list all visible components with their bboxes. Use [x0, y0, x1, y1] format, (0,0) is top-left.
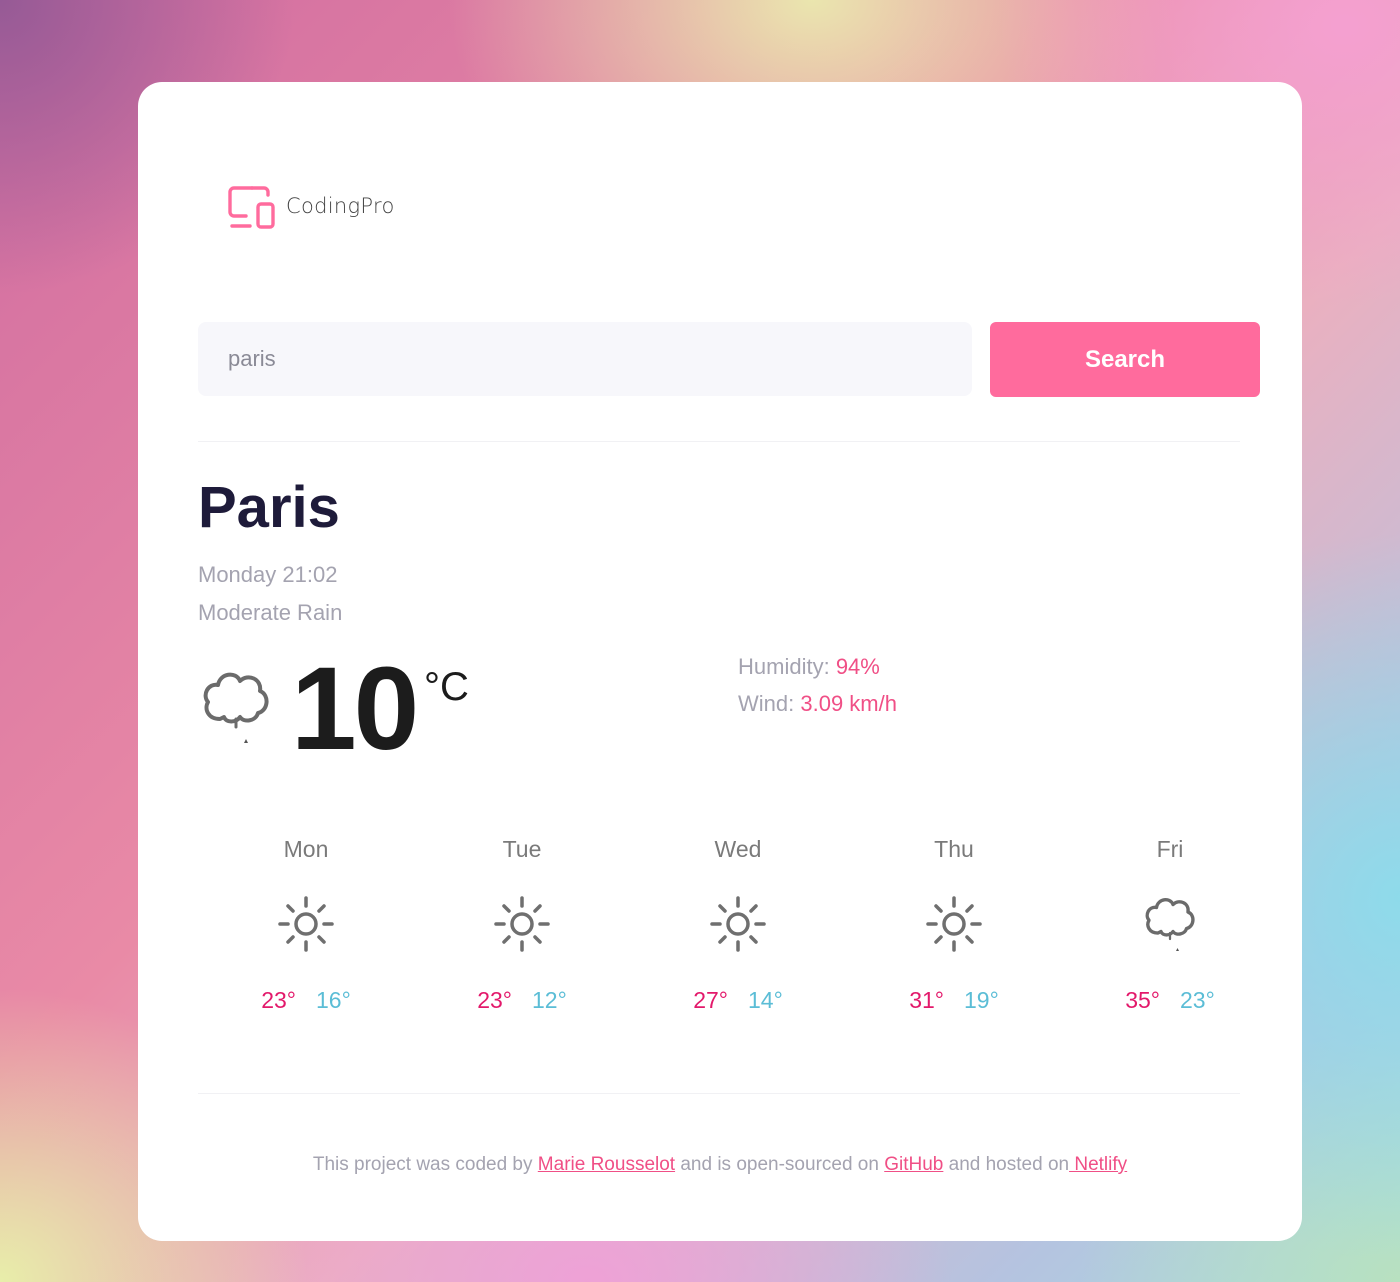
forecast-max: 23°	[261, 987, 296, 1013]
forecast-day-name: Thu	[934, 836, 974, 862]
footer-text: This project was coded by	[312, 1154, 538, 1175]
search-input[interactable]	[198, 322, 972, 396]
forecast-min: 14°	[748, 987, 783, 1013]
forecast-temps: 31° 19°	[846, 987, 1062, 1014]
github-link[interactable]: GitHub	[884, 1154, 943, 1175]
cloud-rain-icon	[203, 672, 269, 743]
forecast-temps: 23° 12°	[414, 987, 630, 1014]
divider	[198, 441, 1240, 442]
forecast-day-name: Mon	[283, 836, 329, 862]
forecast-min: 12°	[532, 987, 567, 1013]
logo[interactable]: CodingPro	[228, 182, 395, 230]
footer-text: and is open-sourced on	[675, 1154, 885, 1175]
humidity-label: Humidity:	[738, 654, 830, 679]
forecast-max: 27°	[693, 987, 728, 1013]
humidity: Humidity: 94%	[738, 654, 880, 680]
forecast-min: 19°	[964, 987, 999, 1013]
forecast-temps: 23° 16°	[198, 987, 414, 1014]
forecast: Mon 23° 16° Tue 23° 12° Wed 27° 14° Thu …	[198, 834, 1278, 1014]
forecast-max: 23°	[477, 987, 512, 1013]
temperature-unit[interactable]: °C	[424, 665, 469, 710]
sun-icon	[494, 896, 550, 952]
logo-text: CodingPro	[286, 194, 395, 218]
sun-icon	[926, 896, 982, 952]
forecast-day: Mon 23° 16°	[198, 834, 414, 1014]
forecast-day-name: Fri	[1156, 836, 1184, 862]
wind-label: Wind:	[738, 691, 795, 716]
sun-icon	[710, 896, 766, 952]
forecast-min: 16°	[316, 987, 351, 1013]
sun-icon	[278, 896, 334, 952]
current-datetime: Monday 21:02	[198, 562, 338, 587]
divider	[198, 1093, 1240, 1094]
author-link[interactable]: Marie Rousselot	[538, 1154, 675, 1175]
forecast-day-name: Tue	[502, 836, 542, 862]
forecast-min: 23°	[1180, 987, 1215, 1013]
city-name: Paris	[198, 475, 340, 540]
footer-text: and hosted on	[943, 1154, 1070, 1175]
wind-value: 3.09 km/h	[800, 691, 897, 716]
forecast-day: Thu 31° 19°	[846, 834, 1062, 1014]
wind: Wind: 3.09 km/h	[738, 691, 897, 717]
forecast-max: 31°	[909, 987, 944, 1013]
forecast-day: Fri 35° 23°	[1062, 834, 1278, 1014]
humidity-value: 94%	[835, 654, 880, 679]
weather-description: Moderate Rain	[198, 600, 343, 625]
forecast-temps: 27° 14°	[630, 987, 846, 1014]
netlify-link[interactable]: Netlify	[1069, 1154, 1127, 1175]
devices-icon	[228, 186, 275, 229]
forecast-day: Tue 23° 12°	[414, 834, 630, 1014]
forecast-temps: 35° 23°	[1062, 987, 1278, 1014]
cloud-rain-icon	[1145, 898, 1195, 951]
forecast-day-name: Wed	[714, 836, 762, 862]
forecast-max: 35°	[1125, 987, 1160, 1013]
current-temperature: 10	[291, 643, 419, 775]
weather-card: CodingPro Search Paris Monday 21:02 Mode…	[138, 82, 1302, 1241]
search-button[interactable]: Search	[990, 322, 1260, 397]
forecast-day: Wed 27° 14°	[630, 834, 846, 1014]
footer: This project was coded by Marie Rousselo…	[138, 1154, 1302, 1176]
